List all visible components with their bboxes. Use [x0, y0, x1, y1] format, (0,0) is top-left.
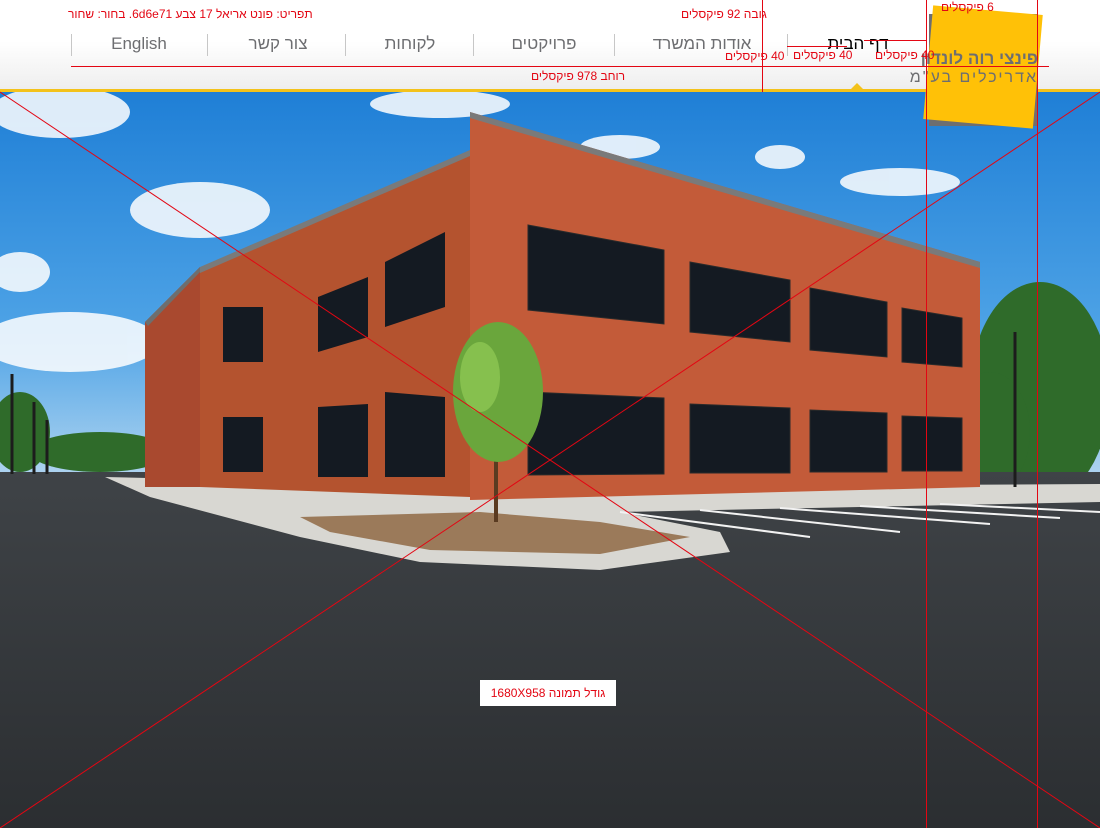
width-guide: [71, 66, 1049, 67]
spacing-guide: [864, 40, 926, 41]
nav-separator: [71, 34, 72, 56]
top-gap-note: 6 פיקסלים: [941, 0, 994, 14]
nav-english[interactable]: English: [96, 33, 182, 55]
spacing-note: 40 פיקסלים: [875, 48, 935, 62]
nav-contact[interactable]: צור קשר: [236, 33, 320, 55]
nav-separator: [473, 34, 474, 56]
nav-separator: [614, 34, 615, 56]
header-height-note: גובה 92 פיקסלים: [681, 7, 767, 21]
nav-clients[interactable]: לקוחות: [372, 33, 448, 55]
image-size-label: גודל תמונה 1680X958: [480, 680, 616, 706]
spacing-guide: [787, 46, 847, 47]
spacing-note: 40 פיקסלים: [725, 49, 785, 63]
nav-projects[interactable]: פרויקטים: [502, 33, 586, 55]
logo-left-guide: [926, 0, 927, 828]
nav-separator: [787, 34, 788, 56]
font-spec-note: תפריט: פונט אריאל 17 צבע 6d6e71. בחור: ש…: [68, 7, 313, 21]
content-width-note: רוחב 978 פיקסלים: [531, 69, 626, 83]
logo-right-guide: [1037, 0, 1038, 828]
logo-subtitle: אדריכלים בע"מ: [909, 69, 1038, 86]
nav-separator: [207, 34, 208, 56]
hero-image: גודל תמונה 1680X958: [0, 92, 1100, 828]
spacing-note: 40 פיקסלים: [793, 48, 853, 62]
active-indicator-icon: [850, 83, 864, 90]
nav-separator: [345, 34, 346, 56]
building-photo: [0, 92, 1100, 828]
